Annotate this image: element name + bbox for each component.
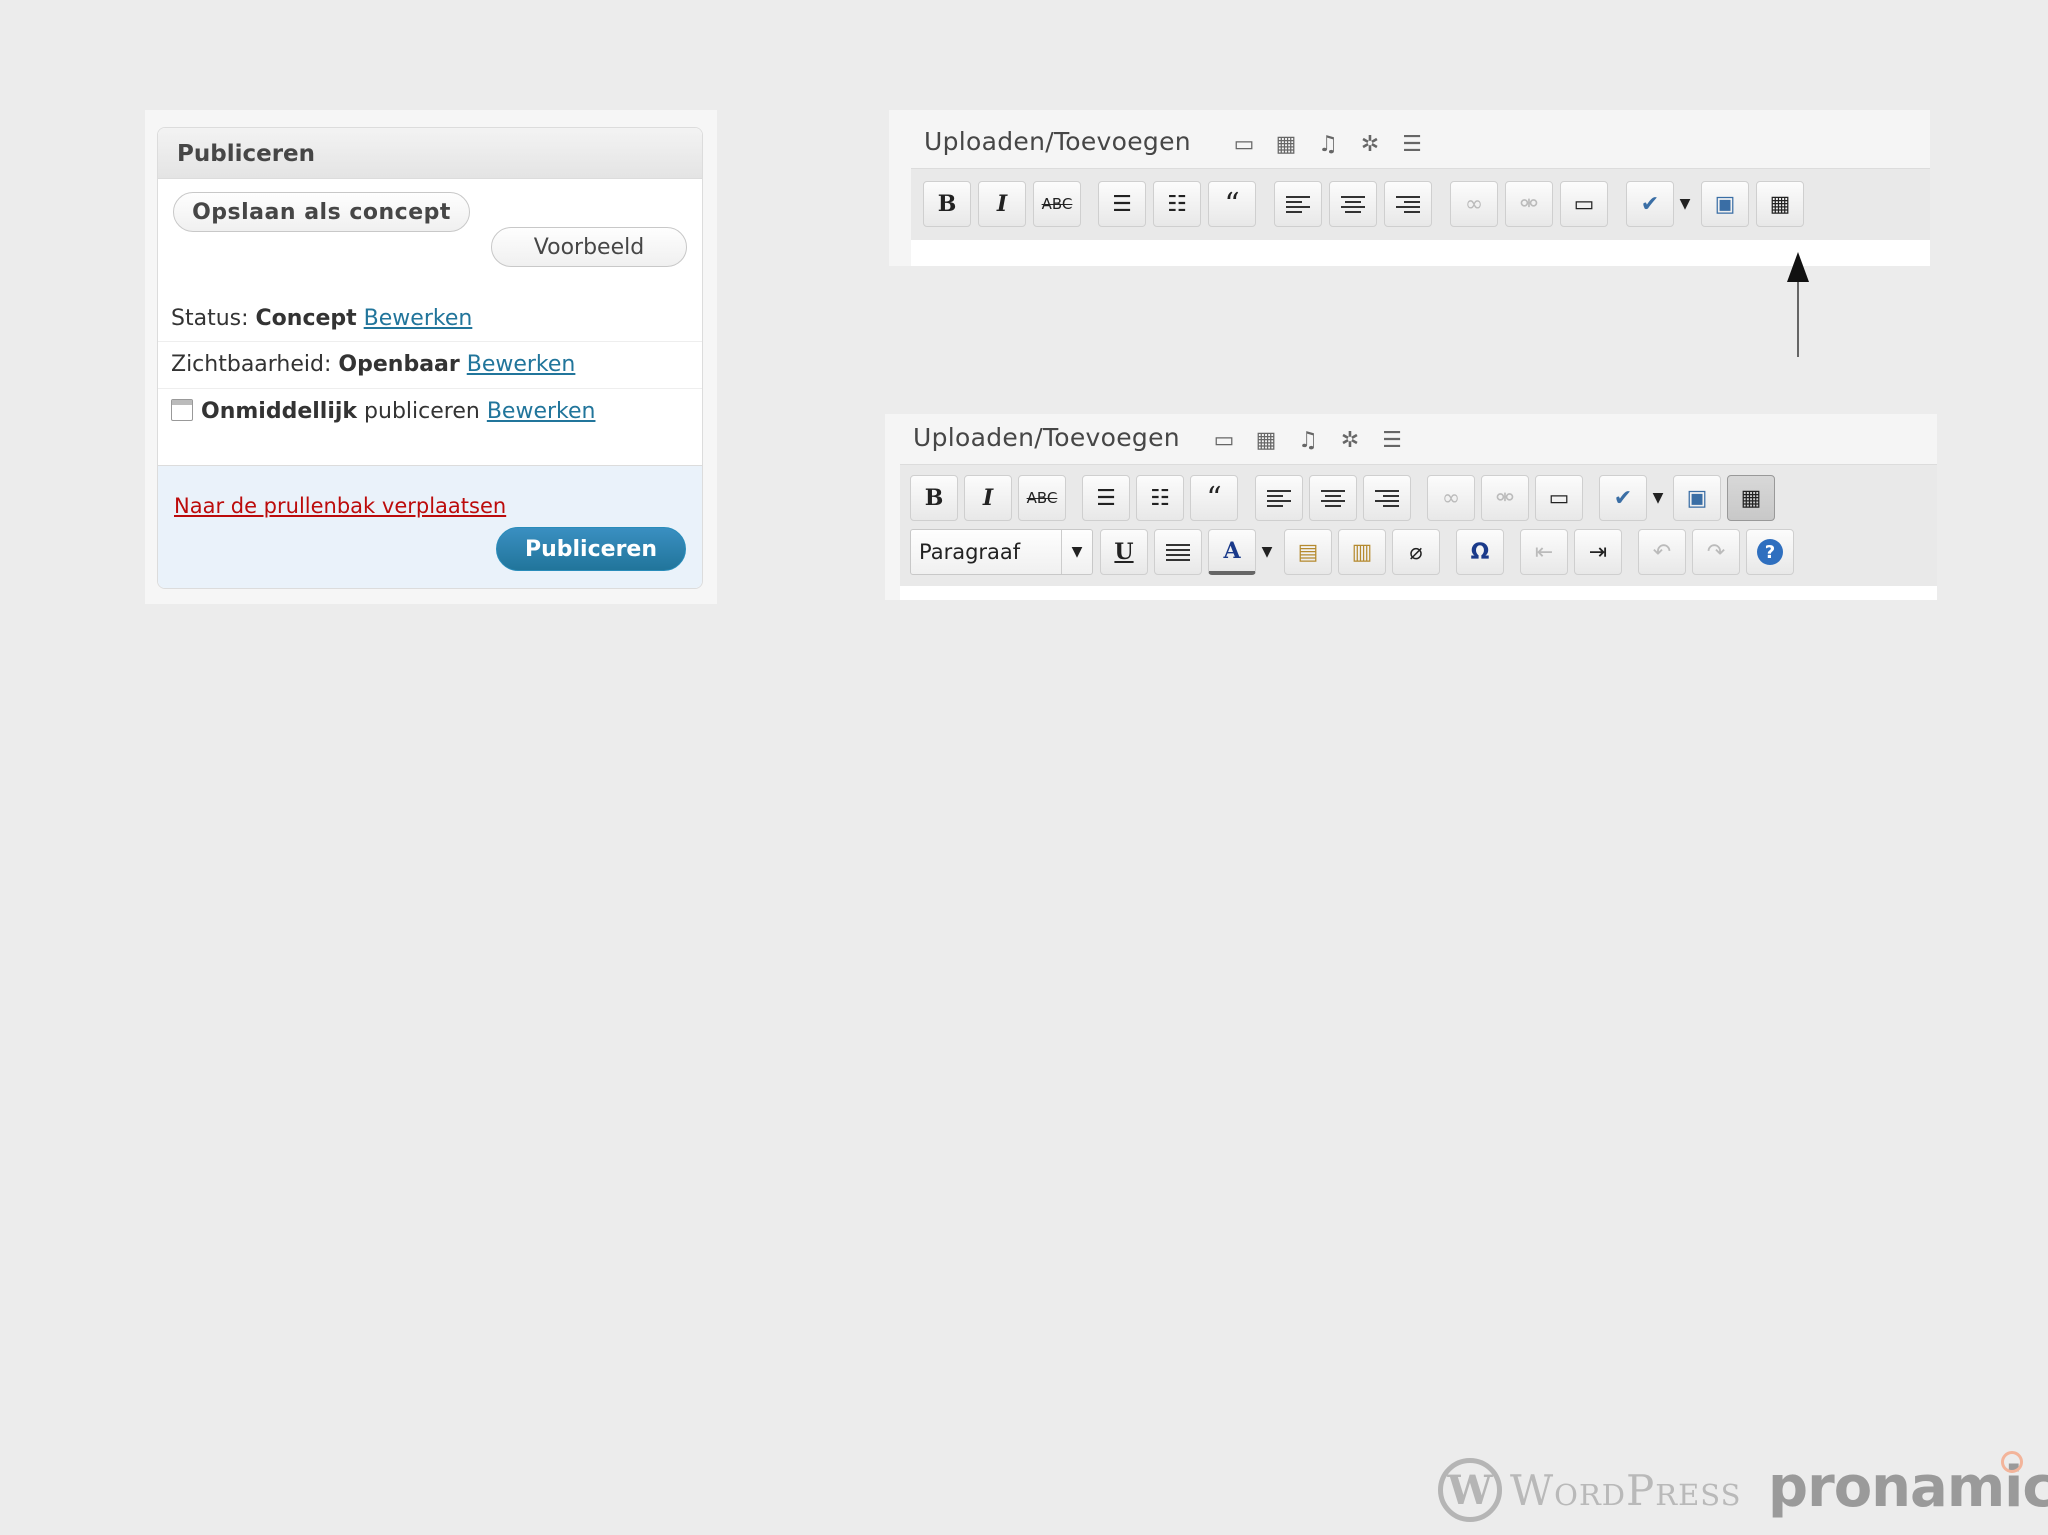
fullscreen-button[interactable]: ▣ bbox=[1673, 475, 1721, 521]
align-right-button[interactable] bbox=[1384, 181, 1432, 227]
toolbar-rows: B I ABC ☰ ☷ “ ∞ ⚮ ▭ ✔ ▼ ▣ ▦ Paragraaf ▼ … bbox=[900, 464, 1937, 587]
status-label: Status: bbox=[171, 306, 249, 331]
audio-icon[interactable]: ♫ bbox=[1314, 130, 1342, 158]
redo-icon[interactable]: ↷ bbox=[1692, 529, 1740, 575]
align-center-button[interactable] bbox=[1329, 181, 1377, 227]
blockquote-button[interactable]: “ bbox=[1208, 181, 1256, 227]
chevron-down-icon: ▼ bbox=[1061, 530, 1092, 574]
justify-button[interactable] bbox=[1154, 529, 1202, 575]
upload-add-label[interactable]: Uploaden/Toevoegen bbox=[924, 127, 1191, 156]
gallery-icon[interactable]: ▦ bbox=[1272, 130, 1300, 158]
image-icon[interactable]: ▭ bbox=[1230, 130, 1258, 158]
outdent-icon[interactable]: ⇤ bbox=[1520, 529, 1568, 575]
bold-button[interactable]: B bbox=[923, 181, 971, 227]
media-icon[interactable]: ✲ bbox=[1356, 130, 1384, 158]
preview-button[interactable]: Voorbeeld bbox=[491, 227, 687, 267]
wordpress-icon: W bbox=[1438, 1458, 1502, 1522]
visibility-row: Zichtbaarheid: Openbaar Bewerken bbox=[171, 352, 575, 377]
align-left-button[interactable] bbox=[1255, 475, 1303, 521]
media-icon[interactable]: ✲ bbox=[1336, 426, 1364, 454]
paste-text-icon[interactable]: ▤ bbox=[1284, 529, 1332, 575]
spellcheck-button[interactable]: ✔ bbox=[1626, 181, 1674, 227]
align-center-button[interactable] bbox=[1309, 475, 1357, 521]
editor-toolbar-collapsed: Uploaden/Toevoegen ▭ ▦ ♫ ✲ ☰ B I ABC ☰ ☷… bbox=[889, 110, 1930, 266]
publish-panel: Publiceren Opslaan als concept Voorbeeld… bbox=[157, 127, 703, 589]
move-to-trash-link[interactable]: Naar de prullenbak verplaatsen bbox=[174, 494, 506, 518]
media-buttons: ▭ ▦ ♫ ✲ ☰ bbox=[1210, 426, 1406, 454]
italic-button[interactable]: I bbox=[964, 475, 1012, 521]
wordpress-logo: W WordPress bbox=[1438, 1458, 1742, 1522]
align-left-button[interactable] bbox=[1274, 181, 1322, 227]
paste-word-icon[interactable]: ▥ bbox=[1338, 529, 1386, 575]
edit-status-link[interactable]: Bewerken bbox=[364, 306, 473, 331]
numbered-list-icon[interactable]: ☷ bbox=[1136, 475, 1184, 521]
visibility-label: Zichtbaarheid: bbox=[171, 352, 332, 377]
unlink-button[interactable]: ⚮ bbox=[1505, 181, 1553, 227]
edit-schedule-link[interactable]: Bewerken bbox=[487, 399, 596, 424]
pronamic-mark-icon bbox=[2001, 1451, 2023, 1473]
divider bbox=[158, 388, 702, 389]
fullscreen-button[interactable]: ▣ bbox=[1701, 181, 1749, 227]
numbered-list-icon[interactable]: ☷ bbox=[1153, 181, 1201, 227]
edit-visibility-link[interactable]: Bewerken bbox=[467, 352, 576, 377]
bold-button[interactable]: B bbox=[910, 475, 958, 521]
bullet-list-icon[interactable]: ☰ bbox=[1098, 181, 1146, 227]
status-row: Status: Concept Bewerken bbox=[171, 306, 472, 331]
menu-icon[interactable]: ☰ bbox=[1378, 426, 1406, 454]
publish-panel-title: Publiceren bbox=[158, 128, 702, 179]
image-icon[interactable]: ▭ bbox=[1210, 426, 1238, 454]
format-select[interactable]: Paragraaf ▼ bbox=[910, 529, 1093, 575]
divider bbox=[158, 341, 702, 342]
wordpress-wordmark: WordPress bbox=[1510, 1465, 1742, 1515]
arrow-line bbox=[1797, 282, 1799, 357]
publish-button[interactable]: Publiceren bbox=[496, 527, 686, 571]
spellcheck-button[interactable]: ✔ bbox=[1599, 475, 1647, 521]
toolbar-row-1: B I ABC ☰ ☷ “ ∞ ⚮ ▭ ✔ ▼ ▣ ▦ bbox=[911, 168, 1930, 241]
schedule-suffix: publiceren bbox=[364, 399, 480, 424]
underline-button[interactable]: U bbox=[1100, 529, 1148, 575]
help-icon[interactable]: ? bbox=[1746, 529, 1794, 575]
chevron-down-icon[interactable]: ▼ bbox=[1647, 475, 1669, 521]
indent-icon[interactable]: ⇥ bbox=[1574, 529, 1622, 575]
chevron-down-icon[interactable]: ▼ bbox=[1674, 181, 1696, 227]
insert-link-button[interactable]: ∞ bbox=[1450, 181, 1498, 227]
italic-button[interactable]: I bbox=[978, 181, 1026, 227]
kitchen-sink-button[interactable]: ▦ bbox=[1756, 181, 1804, 227]
more-tag-button[interactable]: ▭ bbox=[1560, 181, 1608, 227]
upload-add-label[interactable]: Uploaden/Toevoegen bbox=[913, 423, 1180, 452]
arrow-up-icon bbox=[1787, 252, 1809, 282]
bullet-list-icon[interactable]: ☰ bbox=[1082, 475, 1130, 521]
unlink-button[interactable]: ⚮ bbox=[1481, 475, 1529, 521]
visibility-value: Openbaar bbox=[338, 352, 460, 377]
align-right-button[interactable] bbox=[1363, 475, 1411, 521]
strikethrough-button[interactable]: ABC bbox=[1018, 475, 1066, 521]
clear-formatting-icon[interactable]: ⌀ bbox=[1392, 529, 1440, 575]
media-buttons: ▭ ▦ ♫ ✲ ☰ bbox=[1230, 130, 1426, 158]
menu-icon[interactable]: ☰ bbox=[1398, 130, 1426, 158]
editor-content-area[interactable] bbox=[900, 586, 1937, 600]
chevron-down-icon[interactable]: ▼ bbox=[1256, 529, 1278, 575]
audio-icon[interactable]: ♫ bbox=[1294, 426, 1322, 454]
editor-toolbar-expanded: Uploaden/Toevoegen ▭ ▦ ♫ ✲ ☰ B I ABC ☰ ☷… bbox=[885, 414, 1937, 600]
more-tag-button[interactable]: ▭ bbox=[1535, 475, 1583, 521]
status-value: Concept bbox=[255, 306, 357, 331]
schedule-value: Onmiddellijk bbox=[201, 399, 358, 424]
text-color-button[interactable]: A bbox=[1208, 529, 1256, 575]
save-draft-button[interactable]: Opslaan als concept bbox=[173, 192, 470, 232]
editor-content-area[interactable] bbox=[911, 240, 1930, 266]
publish-actions: Naar de prullenbak verplaatsen Publicere… bbox=[158, 465, 702, 588]
gallery-icon[interactable]: ▦ bbox=[1252, 426, 1280, 454]
insert-link-button[interactable]: ∞ bbox=[1427, 475, 1475, 521]
blockquote-button[interactable]: “ bbox=[1190, 475, 1238, 521]
format-select-value: Paragraaf bbox=[919, 540, 1021, 564]
undo-icon[interactable]: ↶ bbox=[1638, 529, 1686, 575]
kitchen-sink-button[interactable]: ▦ bbox=[1727, 475, 1775, 521]
strikethrough-button[interactable]: ABC bbox=[1033, 181, 1081, 227]
schedule-row: Onmiddellijk publiceren Bewerken bbox=[171, 399, 595, 424]
calendar-icon bbox=[171, 399, 193, 421]
special-character-button[interactable]: Ω bbox=[1456, 529, 1504, 575]
